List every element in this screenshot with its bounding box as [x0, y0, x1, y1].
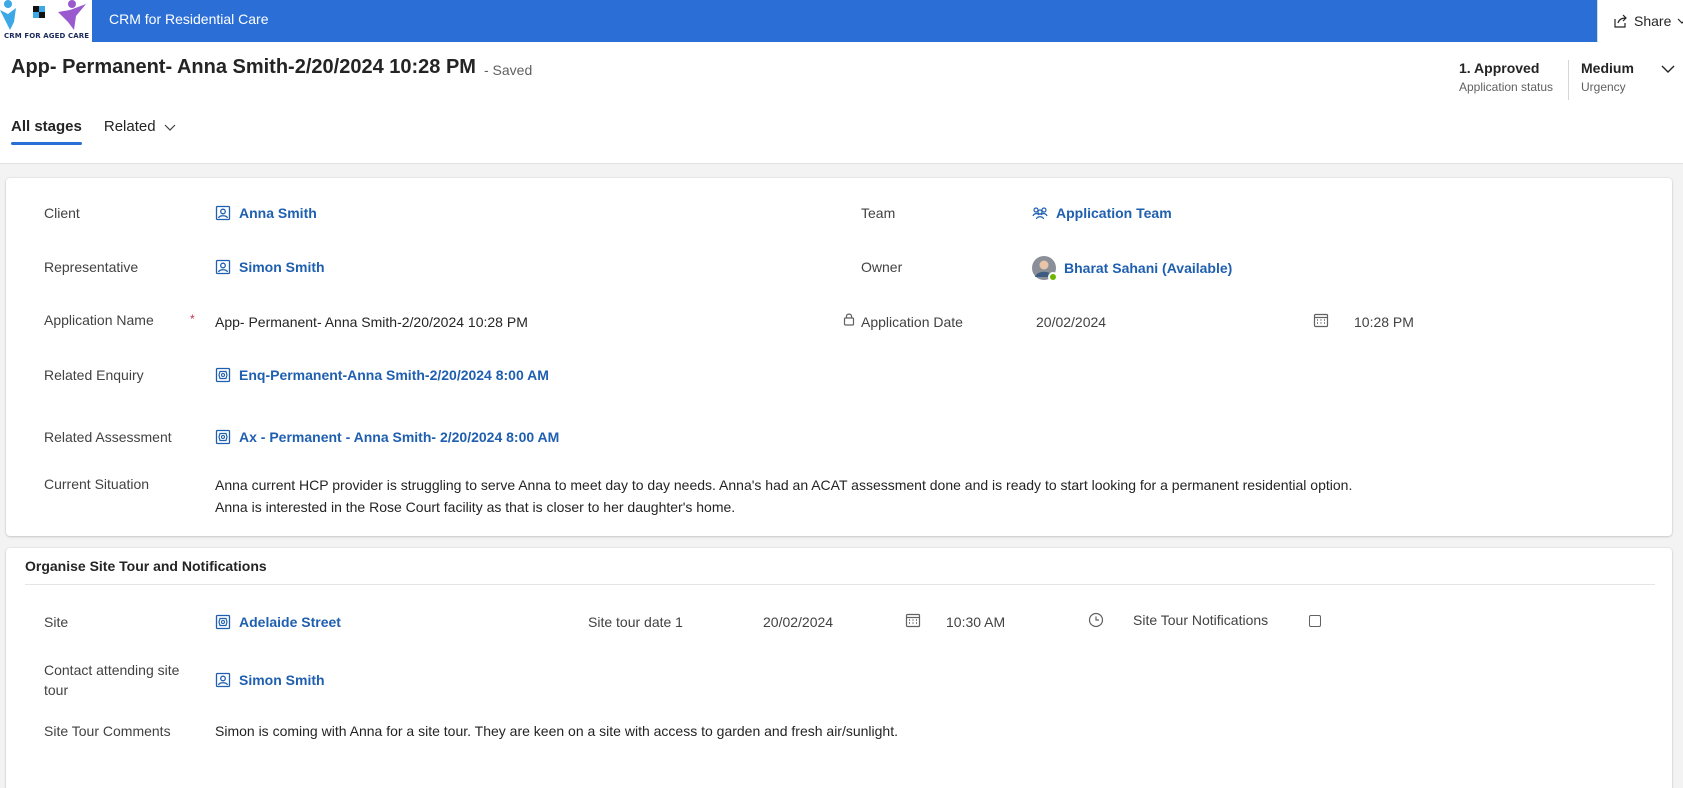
site-tour-date-field[interactable]: 20/02/2024	[763, 614, 833, 630]
site-label: Site	[44, 614, 69, 630]
representative-label: Representative	[44, 259, 139, 275]
section-title: Organise Site Tour and Notifications	[25, 558, 267, 574]
tab-related[interactable]: Related	[104, 118, 176, 145]
current-situation-line-2: Anna is interested in the Rose Court fac…	[215, 499, 736, 515]
app-logo[interactable]: CRM FOR AGED CARE	[0, 0, 92, 42]
tab-all-stages[interactable]: All stages	[11, 118, 82, 145]
header-field-application-status: 1. Approved Application status	[1459, 60, 1553, 94]
representative-value: Simon Smith	[239, 259, 325, 275]
expand-header-chevron-down-icon[interactable]	[1660, 62, 1676, 78]
calendar-icon[interactable]	[1313, 312, 1329, 331]
tab-bar: All stages Related	[11, 118, 176, 145]
contact-attending-value: Simon Smith	[239, 672, 325, 688]
team-value: Application Team	[1056, 205, 1172, 221]
related-enquiry-label: Related Enquiry	[44, 367, 144, 383]
calendar-icon[interactable]	[905, 612, 921, 631]
share-label: Share	[1634, 13, 1672, 29]
client-link[interactable]: Anna Smith	[215, 205, 317, 221]
site-tour-section: Organise Site Tour and Notifications Sit…	[6, 548, 1672, 788]
logo-figures-icon	[0, 0, 86, 30]
related-enquiry-link[interactable]: Enq-Permanent-Anna Smith-2/20/2024 8:00 …	[215, 367, 549, 383]
entity-icon	[215, 614, 231, 630]
related-enquiry-value: Enq-Permanent-Anna Smith-2/20/2024 8:00 …	[239, 367, 549, 383]
contact-attending-label: Contact attending site tour	[44, 660, 179, 700]
team-icon	[1032, 205, 1048, 221]
owner-label: Owner	[861, 259, 903, 275]
header-divider	[1568, 60, 1569, 100]
urgency-value: Medium	[1581, 60, 1634, 76]
clock-icon[interactable]	[1088, 612, 1104, 631]
current-situation-line-1: Anna current HCP provider is struggling …	[215, 477, 1353, 493]
chevron-down-icon	[1677, 13, 1683, 29]
application-status-label: Application status	[1459, 80, 1554, 94]
contact-icon	[215, 259, 231, 275]
owner-link[interactable]: Bharat Sahani (Available)	[1032, 256, 1233, 282]
application-time-field[interactable]: 10:28 PM	[1354, 314, 1414, 330]
tab-all-stages-label: All stages	[11, 118, 82, 135]
contact-attending-label-line-2: tour	[44, 682, 69, 698]
application-name-field[interactable]: App- Permanent- Anna Smith-2/20/2024 10:…	[215, 314, 528, 330]
application-name-label: Application Name	[44, 312, 154, 328]
site-tour-time-field[interactable]: 10:30 AM	[946, 614, 1005, 630]
related-assessment-link[interactable]: Ax - Permanent - Anna Smith- 2/20/2024 8…	[215, 429, 559, 445]
application-date-label: Application Date	[861, 314, 963, 330]
site-tour-notifications-checkbox[interactable]	[1309, 615, 1321, 627]
owner-value: Bharat Sahani (Available)	[1064, 260, 1233, 276]
application-status-value: 1. Approved	[1459, 60, 1540, 76]
related-assessment-label: Related Assessment	[44, 429, 172, 445]
urgency-label: Urgency	[1581, 80, 1626, 94]
contact-icon	[215, 205, 231, 221]
lock-icon	[843, 312, 855, 329]
current-situation-field[interactable]: Anna current HCP provider is struggling …	[215, 474, 1635, 518]
client-value: Anna Smith	[239, 205, 317, 221]
application-date-field[interactable]: 20/02/2024	[1036, 314, 1106, 330]
tab-related-label: Related	[103, 118, 156, 135]
top-bar: CRM FOR AGED CARE CRM for Residential Ca…	[0, 0, 1683, 42]
presence-available-icon	[1048, 272, 1058, 282]
contact-attending-label-line-1: Contact attending site	[44, 662, 180, 678]
logo-text: CRM FOR AGED CARE	[4, 32, 90, 40]
chevron-down-icon	[164, 119, 176, 135]
site-tour-comments-label: Site Tour Comments	[44, 723, 171, 739]
team-link[interactable]: Application Team	[1032, 205, 1172, 221]
site-tour-comments-field[interactable]: Simon is coming with Anna for a site tou…	[215, 723, 898, 739]
share-button[interactable]: Share	[1597, 0, 1683, 42]
related-assessment-value: Ax - Permanent - Anna Smith- 2/20/2024 8…	[239, 429, 560, 445]
section-divider	[25, 584, 1655, 585]
site-tour-date-label: Site tour date 1	[588, 614, 683, 630]
team-label: Team	[861, 205, 896, 221]
contact-attending-link[interactable]: Simon Smith	[215, 672, 325, 688]
entity-icon	[215, 429, 231, 445]
site-tour-notifications-label: Site Tour Notifications	[1133, 612, 1269, 628]
record-header: App- Permanent- Anna Smith-2/20/2024 10:…	[0, 42, 1683, 164]
general-section: Client Anna Smith Team Application Team …	[6, 178, 1672, 536]
avatar	[1032, 256, 1058, 282]
site-link[interactable]: Adelaide Street	[215, 614, 341, 630]
client-label: Client	[44, 205, 80, 221]
current-situation-label: Current Situation	[44, 476, 150, 492]
contact-icon	[215, 672, 231, 688]
share-icon	[1612, 13, 1628, 29]
save-status: - Saved	[484, 62, 533, 78]
representative-link[interactable]: Simon Smith	[215, 259, 325, 275]
app-title[interactable]: CRM for Residential Care	[109, 11, 269, 27]
page-title: App- Permanent- Anna Smith-2/20/2024 10:…	[11, 56, 476, 78]
required-indicator: *	[190, 312, 195, 326]
site-value: Adelaide Street	[239, 614, 341, 630]
entity-icon	[215, 367, 231, 383]
header-field-urgency: Medium Urgency	[1581, 60, 1634, 94]
